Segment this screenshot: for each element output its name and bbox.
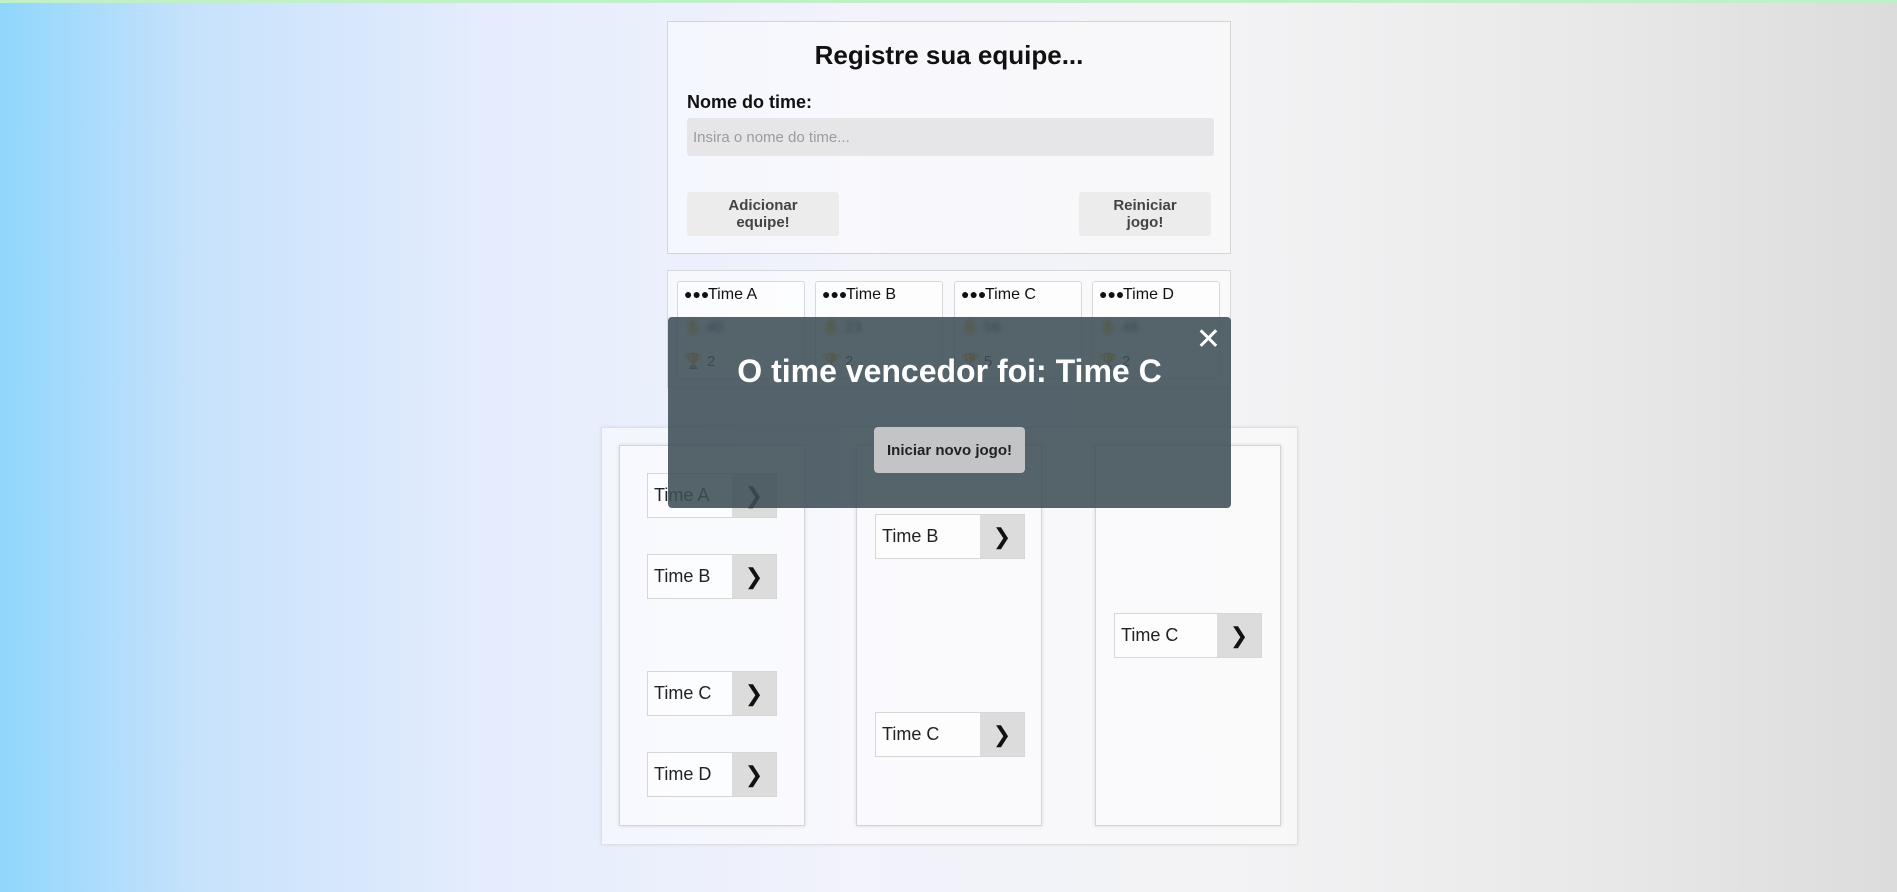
slot-team-name: Time C bbox=[882, 724, 940, 744]
team-name-input[interactable] bbox=[687, 118, 1214, 156]
slot-team-name: Time C bbox=[654, 683, 712, 703]
team-icon: ●●● bbox=[961, 286, 987, 302]
winner-message: O time vencedor foi: Time C bbox=[737, 353, 1162, 389]
bracket-slot: Time D ❯ bbox=[647, 752, 777, 797]
close-icon[interactable]: ✕ bbox=[1196, 325, 1221, 355]
bracket-slot: Time B ❯ bbox=[875, 514, 1025, 559]
chevron-right-icon[interactable]: ❯ bbox=[732, 672, 776, 715]
chevron-right-icon[interactable]: ❯ bbox=[732, 753, 776, 796]
bracket-slot: Time B ❯ bbox=[647, 554, 777, 599]
top-accent-line bbox=[0, 0, 1897, 3]
bracket-slot: Time C ❯ bbox=[875, 712, 1025, 757]
new-game-button[interactable]: Iniciar novo jogo! bbox=[874, 427, 1025, 473]
team-name: Time C bbox=[985, 286, 1036, 303]
team-name: Time A bbox=[708, 286, 758, 303]
team-icon: ●●● bbox=[684, 286, 710, 302]
chevron-right-icon[interactable]: ❯ bbox=[980, 713, 1024, 756]
slot-team-name: Time B bbox=[654, 566, 711, 586]
bracket-slot: Time C ❯ bbox=[647, 671, 777, 716]
team-name: Time D bbox=[1123, 286, 1174, 303]
chevron-right-icon[interactable]: ❯ bbox=[1217, 614, 1261, 657]
register-title: Registre sua equipe... bbox=[814, 40, 1084, 70]
team-icon: ●●● bbox=[1099, 286, 1125, 302]
chevron-right-icon[interactable]: ❯ bbox=[980, 515, 1024, 558]
bracket-slot: Time C ❯ bbox=[1114, 613, 1262, 658]
reset-game-button[interactable]: Reiniciar jogo! bbox=[1079, 192, 1211, 236]
slot-team-name: Time D bbox=[654, 764, 712, 784]
slot-team-name: Time C bbox=[1121, 625, 1179, 645]
team-name: Time B bbox=[846, 286, 897, 303]
register-team-form: Registre sua equipe... Nome do time: Adi… bbox=[667, 21, 1231, 254]
chevron-right-icon[interactable]: ❯ bbox=[732, 555, 776, 598]
slot-team-name: Time B bbox=[882, 526, 939, 546]
winner-modal: ✕ O time vencedor foi: Time C Iniciar no… bbox=[668, 317, 1231, 508]
team-icon: ●●● bbox=[822, 286, 848, 302]
team-name-label: Nome do time: bbox=[687, 92, 813, 112]
add-team-button[interactable]: Adicionar equipe! bbox=[687, 192, 839, 236]
